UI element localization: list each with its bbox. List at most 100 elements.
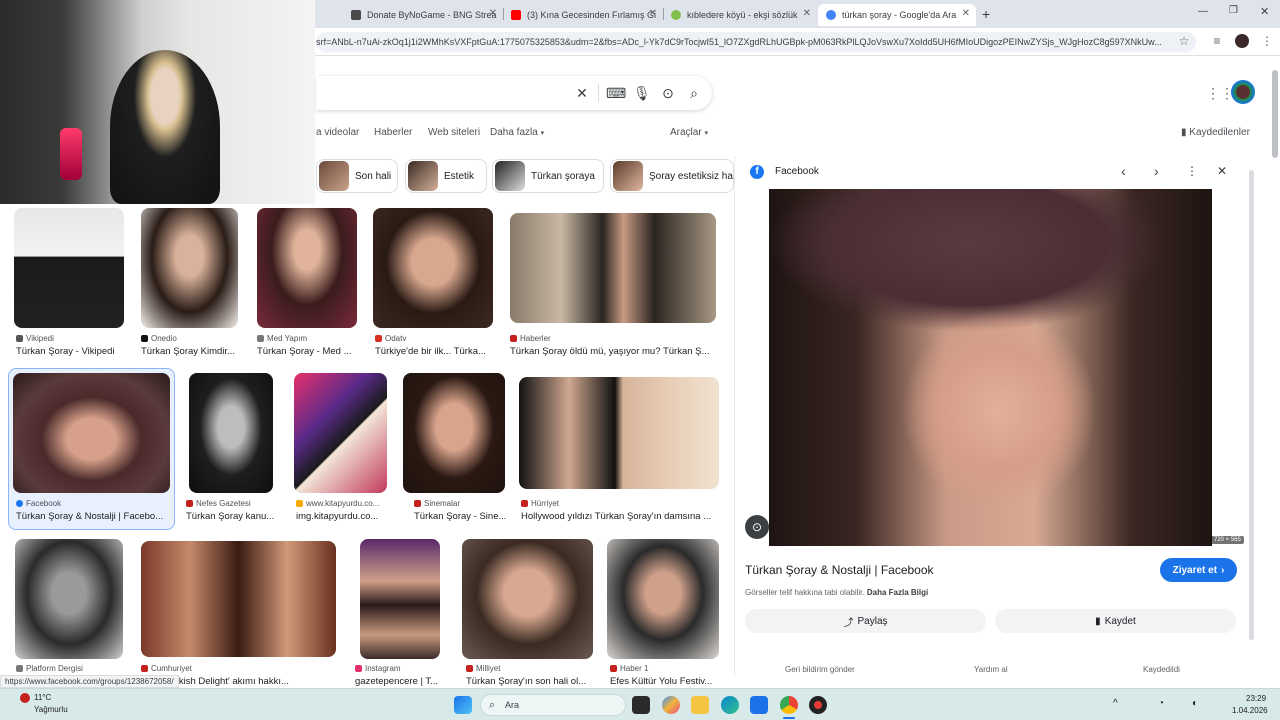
help-link[interactable]: Yardım al bbox=[974, 665, 1008, 674]
store-icon[interactable] bbox=[750, 696, 768, 714]
lens-camera-icon[interactable]: ⊙ bbox=[660, 85, 676, 101]
search-icon[interactable]: ⌕ bbox=[686, 85, 702, 101]
chip-soray-estetiksiz[interactable]: Şoray estetiksiz hal bbox=[610, 159, 734, 193]
saved-link[interactable]: ▮ Kaydedilenler bbox=[1181, 127, 1250, 138]
result-image[interactable] bbox=[607, 539, 719, 659]
tab-news[interactable]: Haberler bbox=[374, 127, 412, 138]
result-caption[interactable]: Türkan Şoray öldü mü, yaşıyor mu? Türkan… bbox=[510, 346, 716, 357]
page-scrollbar[interactable] bbox=[1272, 70, 1278, 158]
windows-start-icon[interactable] bbox=[454, 696, 472, 714]
tab-eksisozluk[interactable]: kıbledere köyü - ekşi sözlük ✕ bbox=[663, 4, 817, 26]
result-caption[interactable]: Hollywood yıldızı Türkan Şoray'ın damsın… bbox=[521, 511, 719, 522]
search-box[interactable]: ✕ ⌨ 🎙 ⊙ ⌕ bbox=[316, 76, 712, 110]
panel-scrollbar[interactable] bbox=[1249, 170, 1254, 640]
result-image[interactable] bbox=[13, 373, 170, 493]
clear-search-icon[interactable]: ✕ bbox=[574, 85, 590, 101]
more-options-icon[interactable]: ⋮ bbox=[1186, 164, 1198, 178]
result-caption[interactable]: Türkan Şoray'ın son hali ol... bbox=[466, 676, 594, 687]
preview-title[interactable]: Türkan Şoray & Nostalji | Facebook bbox=[745, 563, 934, 577]
close-tab-icon[interactable]: ✕ bbox=[489, 8, 497, 19]
close-tab-icon[interactable]: ✕ bbox=[962, 8, 970, 19]
volume-icon[interactable]: ◐ bbox=[1192, 698, 1198, 709]
result-image[interactable] bbox=[141, 541, 336, 657]
result-caption[interactable]: Türkiye'de bir ilk... Türka... bbox=[375, 346, 495, 357]
result-image[interactable] bbox=[14, 208, 124, 328]
result-image[interactable] bbox=[403, 373, 505, 493]
copilot-icon[interactable] bbox=[662, 696, 680, 714]
result-image[interactable] bbox=[257, 208, 357, 328]
result-image[interactable] bbox=[141, 208, 238, 328]
minimize-icon[interactable]: — bbox=[1198, 6, 1208, 17]
lens-search-icon[interactable]: ⊙ bbox=[745, 515, 769, 539]
result-caption[interactable]: gazetepencere | T... bbox=[355, 676, 447, 687]
result-image[interactable] bbox=[294, 373, 387, 493]
source-name: Odatv bbox=[385, 334, 407, 343]
apps-grid-icon[interactable]: ⋮⋮ bbox=[1206, 85, 1234, 102]
result-caption[interactable]: Türkan Şoray Kimdir... bbox=[141, 346, 241, 357]
keyboard-icon[interactable]: ⌨ bbox=[606, 85, 626, 101]
edge-icon[interactable] bbox=[721, 696, 739, 714]
tab-google-search[interactable]: türkan şoray - Google'da Ara ✕ bbox=[818, 4, 976, 26]
close-tab-icon[interactable]: ✕ bbox=[649, 8, 657, 19]
menu-kebab-icon[interactable]: ⋮ bbox=[1260, 34, 1274, 48]
result-image[interactable] bbox=[510, 213, 716, 323]
result-image[interactable] bbox=[373, 208, 493, 328]
result-caption[interactable]: img.kitapyurdu.co... bbox=[296, 511, 388, 522]
more-info-link[interactable]: Daha Fazla Bilgi bbox=[867, 588, 928, 597]
profile-avatar[interactable] bbox=[1235, 34, 1249, 48]
result-image[interactable] bbox=[189, 373, 273, 493]
bookmark-star-icon[interactable]: ☆ bbox=[1177, 34, 1191, 48]
recorder-icon[interactable] bbox=[809, 696, 827, 714]
weather-desc[interactable]: Yağmurlu bbox=[34, 705, 68, 714]
tab-youtube[interactable]: (3) Kına Gecesinden Fırlamış Gi ✕ bbox=[503, 4, 663, 26]
show-hidden-icons[interactable]: ^ bbox=[1113, 698, 1118, 709]
result-caption[interactable]: Türkan Şoray & Nostalji | Facebo... bbox=[16, 511, 171, 522]
chip-turkan-soraya[interactable]: Türkan şoraya bbox=[492, 159, 604, 193]
feedback-link[interactable]: Geri bildirim gönder bbox=[785, 665, 855, 674]
account-avatar[interactable] bbox=[1231, 80, 1255, 104]
result-caption[interactable]: Türkan Şoray - Med ... bbox=[257, 346, 357, 357]
media-control-icon[interactable]: ≡ bbox=[1210, 34, 1224, 48]
result-caption[interactable]: Türkan Şoray - Sine... bbox=[414, 511, 506, 522]
saved-footer-link[interactable]: Kaydedildi bbox=[1143, 665, 1180, 674]
tab-more[interactable]: Daha fazla ▾ bbox=[490, 127, 544, 138]
result-caption[interactable]: Türkan Şoray - Vikipedi bbox=[16, 346, 126, 357]
chrome-icon[interactable] bbox=[780, 696, 798, 714]
taskbar-search-placeholder: Ara bbox=[505, 700, 520, 710]
facebook-icon bbox=[16, 500, 23, 507]
network-icon[interactable]: ◔ bbox=[1158, 698, 1164, 709]
next-icon[interactable]: › bbox=[1154, 163, 1159, 179]
tab-donate[interactable]: Donate ByNoGame - BNG Strea ✕ bbox=[343, 4, 503, 26]
close-window-icon[interactable]: ✕ bbox=[1260, 5, 1269, 18]
tools-button[interactable]: Araçlar ▾ bbox=[670, 127, 708, 138]
panel-source[interactable]: Facebook bbox=[775, 166, 819, 177]
result-image[interactable] bbox=[360, 539, 440, 659]
visit-button[interactable]: Ziyaret et › bbox=[1160, 558, 1237, 582]
close-tab-icon[interactable]: ✕ bbox=[803, 8, 811, 19]
result-caption[interactable]: Türkan Şoray kanu... bbox=[186, 511, 281, 522]
result-image[interactable] bbox=[462, 539, 593, 659]
tab-videos[interactable]: a videolar bbox=[316, 127, 359, 138]
share-button[interactable]: ⤴ Paylaş bbox=[745, 609, 986, 633]
chip-estetik[interactable]: Estetik bbox=[405, 159, 487, 193]
weather-temp[interactable]: 11°C bbox=[34, 693, 51, 702]
file-explorer-icon[interactable] bbox=[691, 696, 709, 714]
clock-date[interactable]: 1.04.2026 bbox=[1232, 706, 1268, 715]
tab-title: (3) Kına Gecesinden Fırlamış Gi bbox=[527, 10, 657, 20]
preview-image[interactable] bbox=[769, 189, 1212, 546]
tab-web-sites[interactable]: Web siteleri bbox=[428, 127, 480, 138]
result-image[interactable] bbox=[519, 377, 719, 489]
save-button[interactable]: ▮ Kaydet bbox=[995, 609, 1236, 633]
result-image[interactable] bbox=[15, 539, 123, 659]
task-view-icon[interactable] bbox=[632, 696, 650, 714]
address-bar[interactable]: srf=ANbL-n7uAi-zkOq1j1i2WMhKsVXFptGuA:17… bbox=[316, 32, 1196, 52]
restore-icon[interactable]: ❐ bbox=[1229, 5, 1238, 16]
clock-time[interactable]: 23:29 bbox=[1246, 694, 1266, 703]
close-preview-icon[interactable]: ✕ bbox=[1217, 164, 1227, 178]
chip-son-hali[interactable]: Son hali bbox=[316, 159, 398, 193]
new-tab-button[interactable]: + bbox=[982, 6, 990, 22]
taskbar-search[interactable]: ⌕ Ara bbox=[480, 694, 626, 716]
previous-icon[interactable]: ‹ bbox=[1121, 163, 1126, 179]
microphone-icon[interactable]: 🎙 bbox=[633, 85, 651, 101]
result-caption[interactable]: Efes Kültür Yolu Festiv... bbox=[610, 676, 720, 687]
